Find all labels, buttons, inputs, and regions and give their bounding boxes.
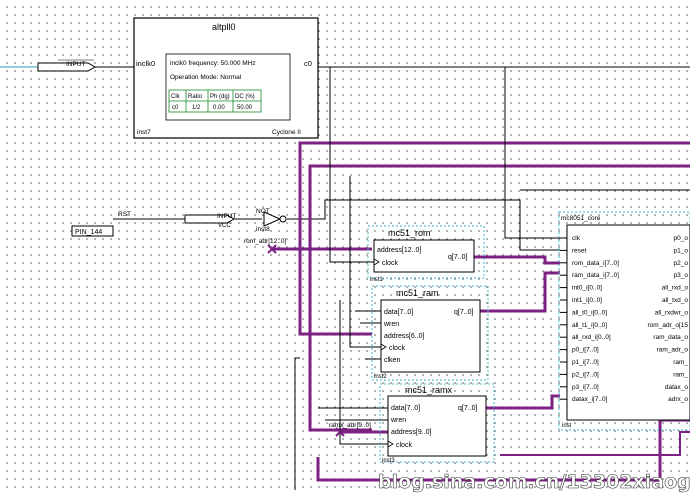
bus-rom-q	[474, 255, 560, 265]
ramx-inst: inst3	[382, 458, 395, 464]
core-output-port: p0_o	[674, 235, 689, 242]
inverter-triangle-icon	[263, 211, 282, 227]
clk-input-pin[interactable]: INPUT	[37, 59, 97, 72]
ramx-port-clock: clock	[396, 442, 412, 449]
core-title: mc8051_core	[561, 215, 601, 222]
wire-core-misc	[294, 357, 300, 490]
inverter-bubble-icon	[279, 215, 287, 223]
altpll-device: Cyclone II	[272, 129, 301, 136]
ramx-addr-net: ramx_adr[9..0]	[329, 422, 371, 429]
ramx-title: mc51_ramx	[405, 385, 453, 395]
ram-title: mc51_ram	[396, 288, 439, 298]
core-output-port: ram_data_o	[653, 334, 688, 341]
altpll-block[interactable]: altpll0 inclk0 c0 inclk0 frequency: 50.0…	[133, 17, 319, 139]
core-input-port: datax_i[7..0]	[572, 396, 608, 403]
core-input-port: ram_data_i[7..0]	[572, 272, 619, 279]
rom-port-q: q[7..0]	[448, 254, 468, 261]
rom-block[interactable]: mc51_rom address[12..0] clock q[7..0] in…	[367, 225, 485, 283]
altpll-input-port: inclk0	[136, 59, 155, 68]
core-output-port: ram_	[673, 371, 688, 378]
core-output-port: all_txd_o	[662, 297, 688, 304]
ram-port-data: data[7..0]	[384, 309, 413, 316]
core-output-port: all_rxdwr_o	[655, 309, 689, 316]
rom-title: mc51_rom	[388, 228, 431, 238]
ram-block[interactable]: mc51_ram data[7..0] wren address[6..0] c…	[371, 285, 489, 381]
rom-port-address: address[12..0]	[377, 247, 421, 254]
altpll-title: altpll0	[212, 22, 236, 32]
ramx-port-q: q[7..0]	[458, 405, 478, 412]
core-input-port: int1_i[0..0]	[572, 297, 602, 304]
altpll-output-port: c0	[304, 59, 312, 68]
ramx-port-address: address[9..0]	[391, 429, 432, 436]
core-inst: inst	[562, 423, 572, 429]
core-output-port: rom_adr_o[15	[648, 322, 689, 329]
core-input-port: all_t0_i[0..0]	[572, 309, 607, 316]
core-input-port: rom_data_i[7..0]	[572, 260, 619, 267]
not-gate[interactable]: NOT inst8	[256, 208, 287, 233]
table-cell-phase: 0.00	[213, 105, 225, 111]
not-gate-inst: inst8	[256, 226, 270, 233]
altpll-inst: inst7	[137, 129, 151, 136]
schematic-canvas[interactable]: INPUT PIN_144 RST INPUT VCC NOT inst8 al…	[0, 0, 690, 493]
core-input-port: p2_i[7..0]	[572, 371, 599, 378]
core-output-port: all_rxd_o	[662, 285, 689, 292]
altpll-mode: Operation Mode: Normal	[170, 74, 242, 81]
rom-inst: inst1	[370, 277, 383, 283]
ram-port-clken: clken	[384, 357, 400, 364]
bus-ram-q	[480, 271, 560, 313]
core-input-port: clk	[572, 235, 581, 242]
core-output-port: p2_o	[674, 260, 689, 267]
core-output-port: p1_o	[674, 247, 689, 254]
ram-port-clock: clock	[389, 345, 405, 352]
core-output-port: ram_adr_o	[657, 347, 689, 354]
clk-input-label: INPUT	[66, 61, 86, 68]
table-header-duty: DC (%)	[235, 94, 255, 100]
core-output-port: adrx_o	[668, 396, 688, 403]
altpll-frequency: inclk0 frequency: 50.000 MHz	[170, 60, 256, 67]
core-input-port: p1_i[7..0]	[572, 359, 599, 366]
ramx-port-data: data[7..0]	[391, 405, 420, 412]
table-cell-ratio: 1/2	[192, 105, 201, 111]
bus-ramx-q	[486, 394, 560, 410]
core-input-port: int0_i[0..0]	[572, 285, 602, 292]
table-header-ratio: Ratio	[188, 94, 203, 100]
rst-input-label: INPUT	[217, 213, 237, 220]
core-output-port: ram_	[673, 359, 688, 366]
wire-core-clk	[504, 67, 560, 239]
core-input-port: p0_i[7..0]	[572, 347, 599, 354]
rom-port-clock: clock	[382, 260, 398, 267]
ram-port-wren: wren	[383, 321, 399, 328]
ramx-port-wren: wren	[390, 417, 406, 424]
table-header-phase: Ph (dg)	[210, 94, 230, 100]
rst-net-name: RST	[118, 211, 131, 218]
core-input-port: p3_i[7..0]	[572, 384, 599, 391]
table-cell-clk: c0	[172, 105, 179, 111]
core-input-port: all_rxd_i[0..0]	[572, 334, 611, 341]
core-input-port: all_t1_i[0..0]	[572, 322, 607, 329]
rst-vcc-label: VCC	[218, 223, 231, 229]
core-output-port: p3_o	[674, 272, 689, 279]
ramx-block[interactable]: mc51_ramx data[7..0] wren address[9..0] …	[379, 383, 495, 464]
core-output-port: datax_o	[665, 384, 689, 391]
table-cell-duty: 50.00	[237, 105, 253, 111]
ram-inst: inst2	[374, 374, 387, 380]
mc8051-core-block[interactable]: mc8051_core inst clk reset rom_data_i[7..0…	[558, 211, 690, 431]
rst-pin-location: PIN_144	[75, 229, 102, 236]
ram-port-address: address[6..0]	[384, 333, 425, 340]
ram-port-q: q[7..0]	[454, 309, 474, 316]
watermark-text: blog.sina.com.cn/13302xiaogiao	[378, 471, 690, 493]
core-input-port: reset	[572, 247, 587, 254]
rom-addr-net: rom_adr[12..0]	[244, 238, 286, 245]
table-header-clk: Clk	[171, 94, 181, 100]
rst-input-pin[interactable]: PIN_144 RST INPUT VCC	[71, 211, 237, 237]
